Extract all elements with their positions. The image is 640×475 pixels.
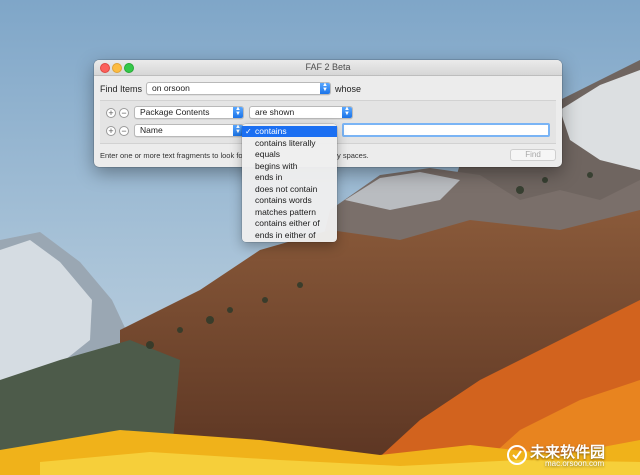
- whose-label: whose: [335, 84, 362, 94]
- menu-item-ends-in-either-of[interactable]: ends in either of: [242, 230, 337, 241]
- menu-item-contains-literally[interactable]: contains literally: [242, 138, 337, 149]
- remove-rule-button[interactable]: −: [119, 126, 129, 136]
- menu-item-begins-with[interactable]: begins with: [242, 161, 337, 172]
- rule-operator-popup[interactable]: are shown ▲ ▼: [249, 106, 353, 119]
- rule-operator-value: are shown: [255, 107, 295, 117]
- menu-item-ends-in[interactable]: ends in: [242, 172, 337, 183]
- add-rule-button[interactable]: +: [106, 108, 116, 118]
- menu-item-contains-either-of[interactable]: contains either of: [242, 218, 337, 229]
- menu-item-matches-pattern[interactable]: matches pattern: [242, 207, 337, 218]
- operator-dropdown-menu: ✓ contains contains literally equals beg…: [242, 124, 337, 242]
- popup-arrows-icon: ▲ ▼: [320, 82, 330, 94]
- hint-text-right: y spaces.: [337, 151, 369, 160]
- menu-item-does-not-contain[interactable]: does not contain: [242, 184, 337, 195]
- menu-item-equals[interactable]: equals: [242, 149, 337, 160]
- hint-text-left: Enter one or more text fragments to look…: [100, 151, 243, 160]
- checkmark-icon: ✓: [245, 127, 252, 136]
- rule-attribute-popup[interactable]: Name ▲ ▼: [134, 124, 244, 137]
- add-rule-button[interactable]: +: [106, 126, 116, 136]
- rule-attribute-value: Name: [140, 125, 163, 135]
- location-value: on orsoon: [152, 83, 190, 93]
- rule-attribute-value: Package Contents: [140, 107, 210, 117]
- find-items-label: Find Items: [100, 84, 143, 94]
- menu-item-contains-words[interactable]: contains words: [242, 195, 337, 206]
- watermark-logo-icon: [507, 445, 527, 465]
- title-bar[interactable]: FAF 2 Beta: [94, 60, 562, 76]
- window-title: FAF 2 Beta: [305, 62, 351, 72]
- rule-attribute-popup[interactable]: Package Contents ▲ ▼: [134, 106, 244, 119]
- remove-rule-button[interactable]: −: [119, 108, 129, 118]
- popup-arrows-icon: ▲ ▼: [233, 106, 243, 118]
- popup-arrows-icon: ▲ ▼: [342, 106, 352, 118]
- watermark-url: mac.orsoon.com: [545, 459, 605, 468]
- menu-item-contains[interactable]: ✓ contains: [242, 126, 337, 137]
- find-button[interactable]: Find: [510, 149, 556, 161]
- search-text-field[interactable]: [342, 123, 550, 137]
- location-popup[interactable]: on orsoon ▲ ▼: [146, 82, 331, 95]
